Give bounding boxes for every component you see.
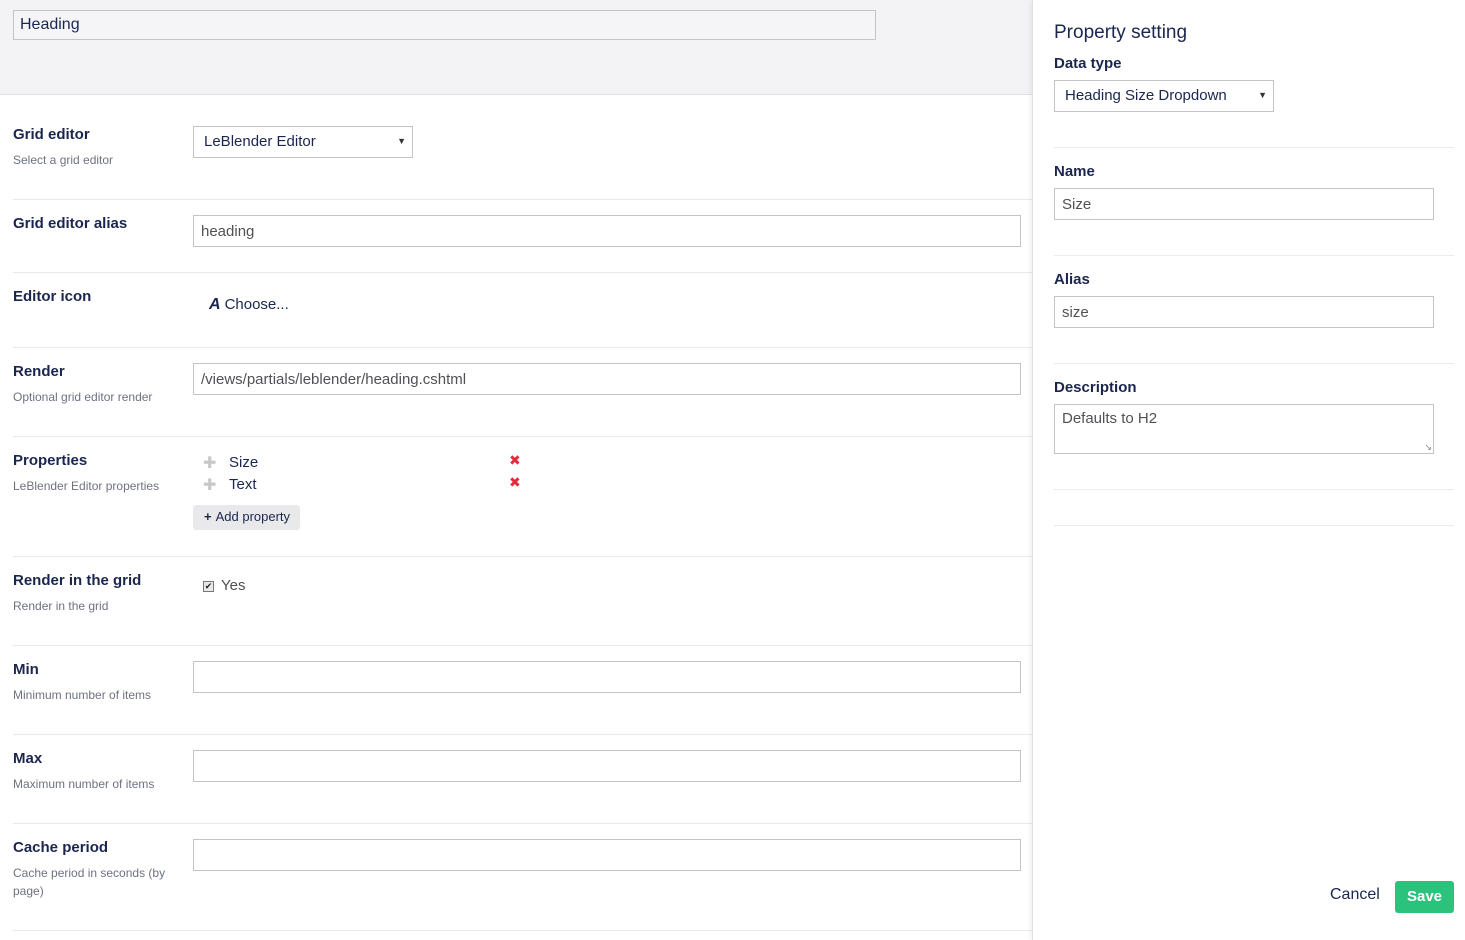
min-label: Min	[13, 661, 39, 678]
divider	[1054, 525, 1454, 526]
grid-editor-select[interactable]: LeBlender Editor ▼	[193, 126, 413, 158]
property-alias-input[interactable]	[1054, 296, 1434, 328]
divider	[1054, 363, 1454, 364]
name-label: Name	[1054, 163, 1095, 180]
alias-label: Alias	[1054, 271, 1090, 288]
render-description: Optional grid editor render	[13, 390, 153, 404]
cache-period-row: Cache period Cache period in seconds (by…	[13, 824, 1032, 931]
remove-icon[interactable]: ✖	[509, 452, 521, 469]
divider	[1054, 147, 1454, 148]
data-type-select[interactable]: Heading Size Dropdown ▼	[1054, 80, 1274, 112]
data-type-select-value: Heading Size Dropdown	[1065, 87, 1227, 104]
add-property-label: Add property	[215, 509, 291, 524]
max-input[interactable]	[193, 750, 1021, 782]
render-in-grid-label: Render in the grid	[13, 572, 142, 589]
resize-grip-icon[interactable]: ↘	[1424, 442, 1432, 453]
save-button[interactable]: Save	[1395, 881, 1454, 913]
caret-down-icon: ▼	[1258, 90, 1267, 100]
min-input[interactable]	[193, 661, 1021, 693]
grid-editor-alias-input[interactable]	[193, 215, 1021, 247]
drag-handle-icon[interactable]: ✚	[203, 453, 216, 473]
render-path-input[interactable]	[193, 363, 1021, 395]
cancel-button[interactable]: Cancel	[1330, 886, 1380, 904]
properties-description: LeBlender Editor properties	[13, 479, 160, 493]
caret-down-icon: ▼	[397, 136, 406, 146]
cache-period-label: Cache period	[13, 839, 109, 856]
render-in-grid-description: Render in the grid	[13, 599, 109, 613]
grid-editor-description: Select a grid editor	[13, 153, 114, 167]
property-description-textarea[interactable]: Defaults to H2 ↘	[1054, 404, 1434, 454]
max-description: Maximum number of items	[13, 777, 155, 791]
property-item-label: Size	[229, 454, 259, 471]
remove-icon[interactable]: ✖	[509, 474, 521, 491]
property-item-label: Text	[229, 476, 257, 493]
editor-name-input[interactable]	[13, 10, 876, 40]
grid-editor-alias-label: Grid editor alias	[13, 215, 128, 232]
grid-editor-label: Grid editor	[13, 126, 90, 143]
cache-period-input[interactable]	[193, 839, 1021, 871]
property-item[interactable]: ✚ Size ✖	[203, 452, 533, 474]
render-in-grid-checkbox-label[interactable]: Yes	[221, 577, 245, 594]
max-row: Max Maximum number of items	[13, 735, 1032, 824]
render-in-grid-row: Render in the grid Render in the grid ✔ …	[13, 557, 1032, 646]
render-in-grid-checkbox[interactable]: ✔	[203, 581, 214, 592]
choose-icon-label: Choose...	[224, 296, 289, 313]
drag-handle-icon[interactable]: ✚	[203, 475, 216, 495]
choose-icon-link[interactable]: A Choose...	[209, 296, 289, 314]
editor-header	[0, 0, 1032, 95]
add-property-button[interactable]: + Add property	[193, 505, 301, 530]
max-label: Max	[13, 750, 43, 767]
data-type-label: Data type	[1054, 55, 1122, 72]
plus-icon: +	[204, 509, 212, 524]
render-row: Render Optional grid editor render	[13, 348, 1032, 437]
description-label: Description	[1054, 379, 1137, 396]
editor-icon-label: Editor icon	[13, 288, 92, 305]
divider	[1054, 489, 1454, 490]
grid-editor-select-value: LeBlender Editor	[204, 133, 316, 150]
font-icon: A	[209, 296, 221, 313]
grid-editor-main-panel: Grid editor Select a grid editor LeBlend…	[0, 0, 1032, 940]
min-row: Min Minimum number of items	[13, 646, 1032, 735]
panel-title: Property setting	[1054, 22, 1188, 43]
cache-period-description: Cache period in seconds (by page)	[13, 866, 166, 898]
properties-row: Properties LeBlender Editor properties ✚…	[13, 437, 1032, 557]
editor-icon-row: Editor icon A Choose...	[13, 273, 1032, 348]
render-label: Render	[13, 363, 65, 380]
properties-label: Properties	[13, 452, 88, 469]
property-setting-panel: Property setting Data type Heading Size …	[1032, 0, 1465, 940]
divider	[1054, 255, 1454, 256]
property-item[interactable]: ✚ Text ✖	[203, 474, 533, 496]
description-value: Defaults to H2	[1062, 410, 1158, 427]
property-name-input[interactable]	[1054, 188, 1434, 220]
grid-editor-alias-row: Grid editor alias	[13, 200, 1032, 273]
min-description: Minimum number of items	[13, 688, 152, 702]
grid-editor-row: Grid editor Select a grid editor LeBlend…	[13, 95, 1032, 200]
